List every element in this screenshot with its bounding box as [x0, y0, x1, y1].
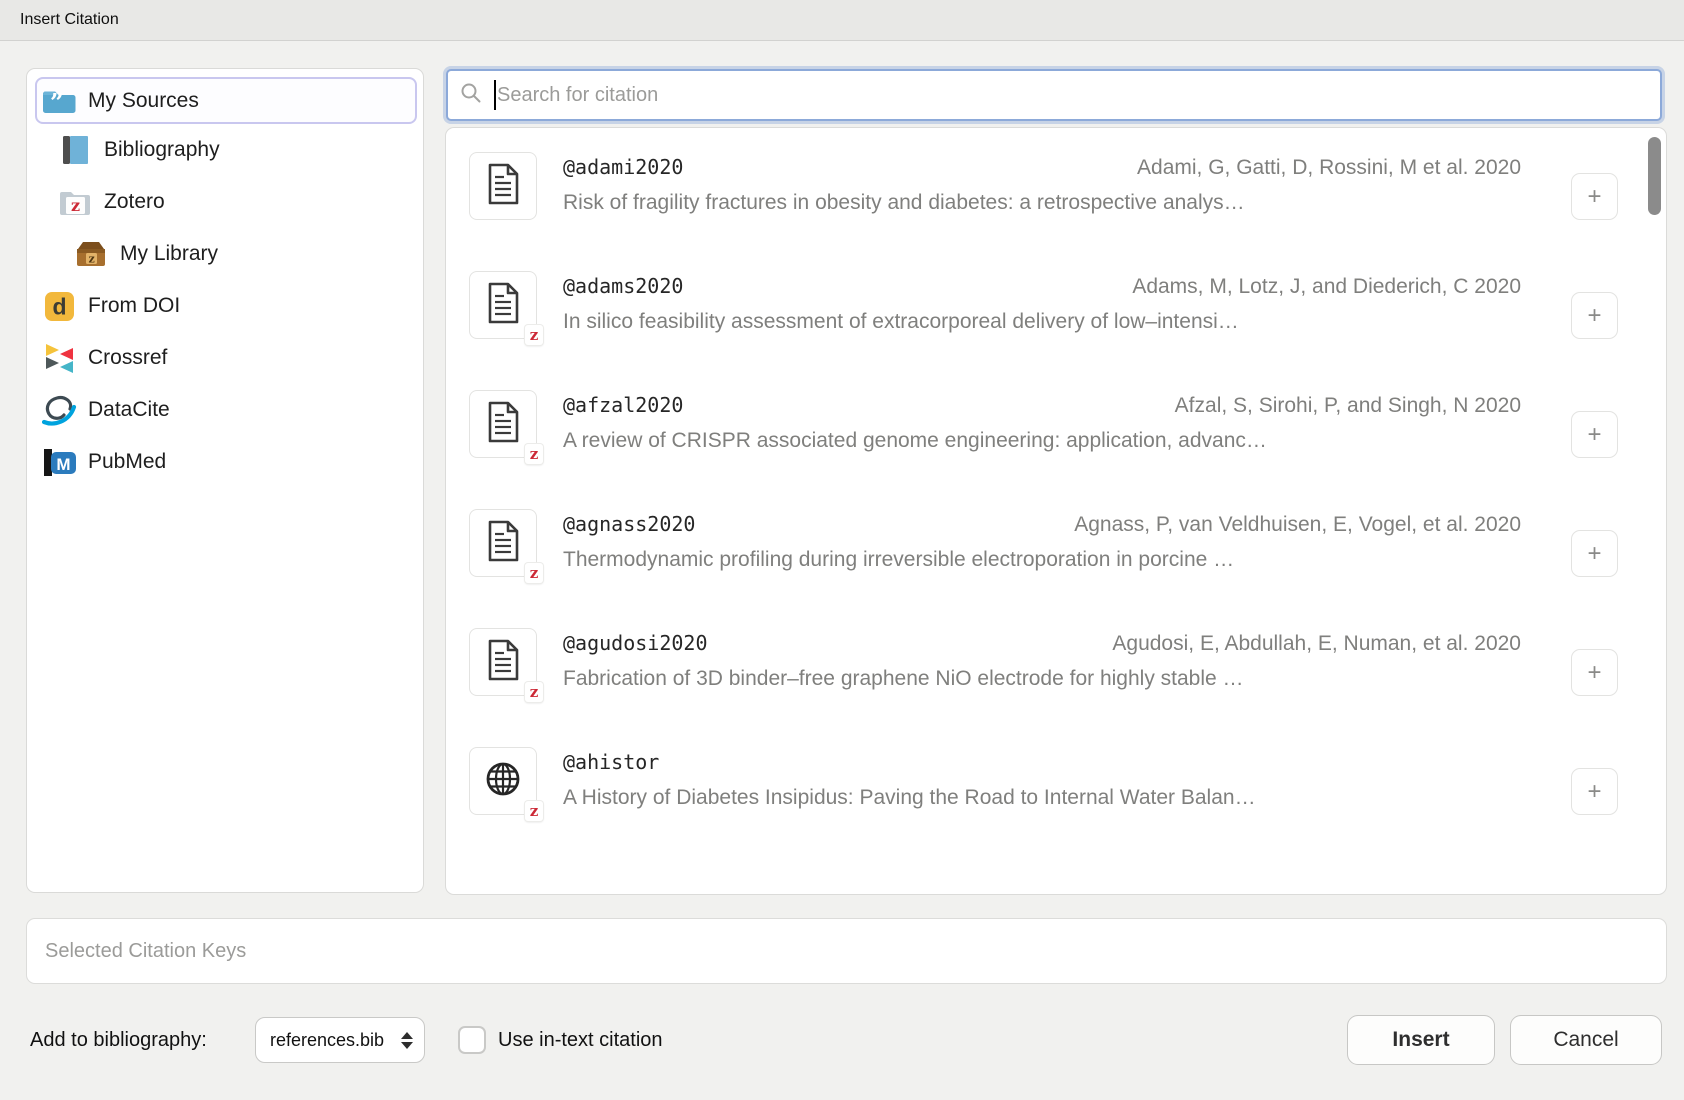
sidebar-item-label: From DOI — [88, 294, 180, 318]
add-citation-button[interactable]: + — [1571, 530, 1618, 577]
titlebar: Insert Citation — [0, 0, 1684, 41]
citation-title: Risk of fragility fractures in obesity a… — [563, 191, 1521, 215]
bibliography-book-icon — [57, 134, 93, 166]
svg-text:z: z — [89, 253, 95, 266]
zotero-badge: z — [525, 563, 543, 583]
datacite-icon — [41, 394, 77, 426]
sidebar-item-zotero[interactable]: z Zotero — [35, 176, 417, 228]
zotero-badge: z — [525, 801, 543, 821]
citation-authors: Adams, M, Lotz, J, and Diederich, C 2020 — [1132, 275, 1521, 299]
document-icon — [484, 400, 522, 449]
citation-results-list: @adami2020 Adami, G, Gatti, D, Rossini, … — [445, 127, 1667, 895]
sidebar-item-label: Bibliography — [104, 138, 220, 162]
sources-sidebar: ” My Sources Bibliography z Zotero z My … — [26, 68, 424, 893]
document-icon — [484, 281, 522, 330]
sidebar-item-pubmed[interactable]: M PubMed — [35, 436, 417, 488]
zotero-folder-icon: z — [57, 186, 93, 218]
sidebar-item-label: DataCite — [88, 398, 170, 422]
add-to-bibliography-label: Add to bibliography: — [30, 1029, 207, 1052]
citation-title: A History of Diabetes Insipidus: Paving … — [563, 786, 1521, 810]
citation-title: Fabrication of 3D binder–free graphene N… — [563, 667, 1521, 691]
selected-citation-keys-input[interactable] — [26, 918, 1667, 984]
citation-authors: Afzal, S, Sirohi, P, and Singh, N 2020 — [1175, 394, 1521, 418]
bibliography-file-value: references.bib — [270, 1030, 401, 1051]
my-sources-folder-icon: ” — [41, 85, 77, 117]
sidebar-item-label: My Library — [120, 242, 218, 266]
add-citation-button[interactable]: + — [1571, 768, 1618, 815]
search-icon — [460, 82, 482, 109]
citation-authors: Adami, G, Gatti, D, Rossini, M et al. 20… — [1137, 156, 1521, 180]
web-globe-icon — [482, 758, 524, 805]
sidebar-item-bibliography[interactable]: Bibliography — [35, 124, 417, 176]
citation-title: Thermodynamic profiling during irreversi… — [563, 548, 1521, 572]
zotero-badge: z — [525, 682, 543, 702]
citation-row[interactable]: z @agudosi2020 Agudosi, E, Abdullah, E, … — [446, 617, 1666, 736]
citation-authors: Agnass, P, van Veldhuisen, E, Vogel, et … — [1074, 513, 1521, 537]
document-icon — [484, 519, 522, 568]
use-intext-citation-label: Use in-text citation — [498, 1029, 663, 1052]
sidebar-item-crossref[interactable]: Crossref — [35, 332, 417, 384]
select-arrows-icon — [401, 1032, 413, 1049]
sidebar-item-datacite[interactable]: DataCite — [35, 384, 417, 436]
bibliography-file-select[interactable]: references.bib — [255, 1017, 425, 1063]
svg-text:z: z — [71, 196, 80, 215]
doi-icon: d — [41, 290, 77, 322]
citation-key: @agudosi2020 — [563, 631, 708, 655]
sidebar-item-label: Zotero — [104, 190, 165, 214]
citation-row[interactable]: z @ahistor A History of Diabetes Insipid… — [446, 736, 1666, 855]
zotero-badge: z — [525, 325, 543, 345]
search-input[interactable] — [496, 84, 1660, 107]
sidebar-item-label: My Sources — [88, 89, 199, 113]
crossref-icon — [41, 342, 77, 374]
citation-row[interactable]: z @afzal2020 Afzal, S, Sirohi, P, and Si… — [446, 379, 1666, 498]
citation-key: @afzal2020 — [563, 393, 683, 417]
document-icon — [484, 638, 522, 687]
sidebar-item-my-sources[interactable]: ” My Sources — [35, 77, 417, 124]
add-citation-button[interactable]: + — [1571, 649, 1618, 696]
add-citation-button[interactable]: + — [1571, 411, 1618, 458]
add-citation-button[interactable]: + — [1571, 292, 1618, 339]
citation-row[interactable]: @adami2020 Adami, G, Gatti, D, Rossini, … — [446, 141, 1666, 260]
sidebar-item-label: PubMed — [88, 450, 166, 474]
dialog-title: Insert Citation — [20, 11, 119, 29]
svg-text:M: M — [56, 455, 70, 474]
cancel-button[interactable]: Cancel — [1510, 1015, 1662, 1065]
use-intext-citation-checkbox[interactable] — [458, 1026, 486, 1054]
zotero-library-icon: z — [73, 238, 109, 270]
citation-key: @adami2020 — [563, 155, 683, 179]
sidebar-item-my-library[interactable]: z My Library — [35, 228, 417, 280]
citation-authors: Agudosi, E, Abdullah, E, Numan, et al. 2… — [1112, 632, 1521, 656]
svg-text:d: d — [52, 293, 66, 319]
citation-key: @adams2020 — [563, 274, 683, 298]
citation-row[interactable]: z @agnass2020 Agnass, P, van Veldhuisen,… — [446, 498, 1666, 617]
search-field — [446, 69, 1662, 121]
document-icon — [484, 162, 522, 211]
add-citation-button[interactable]: + — [1571, 173, 1618, 220]
pubmed-icon: M — [41, 446, 77, 478]
citation-title: A review of CRISPR associated genome eng… — [563, 429, 1521, 453]
svg-text:”: ” — [50, 88, 64, 115]
citation-key: @agnass2020 — [563, 512, 695, 536]
citation-title: In silico feasibility assessment of extr… — [563, 310, 1521, 334]
citation-row[interactable]: z @adams2020 Adams, M, Lotz, J, and Died… — [446, 260, 1666, 379]
citation-key: @ahistor — [563, 750, 659, 774]
insert-citation-dialog: Insert Citation ” My Sources Bibliograph… — [0, 0, 1684, 1100]
insert-button[interactable]: Insert — [1347, 1015, 1495, 1065]
sidebar-item-from-doi[interactable]: d From DOI — [35, 280, 417, 332]
zotero-badge: z — [525, 444, 543, 464]
sidebar-item-label: Crossref — [88, 346, 167, 370]
